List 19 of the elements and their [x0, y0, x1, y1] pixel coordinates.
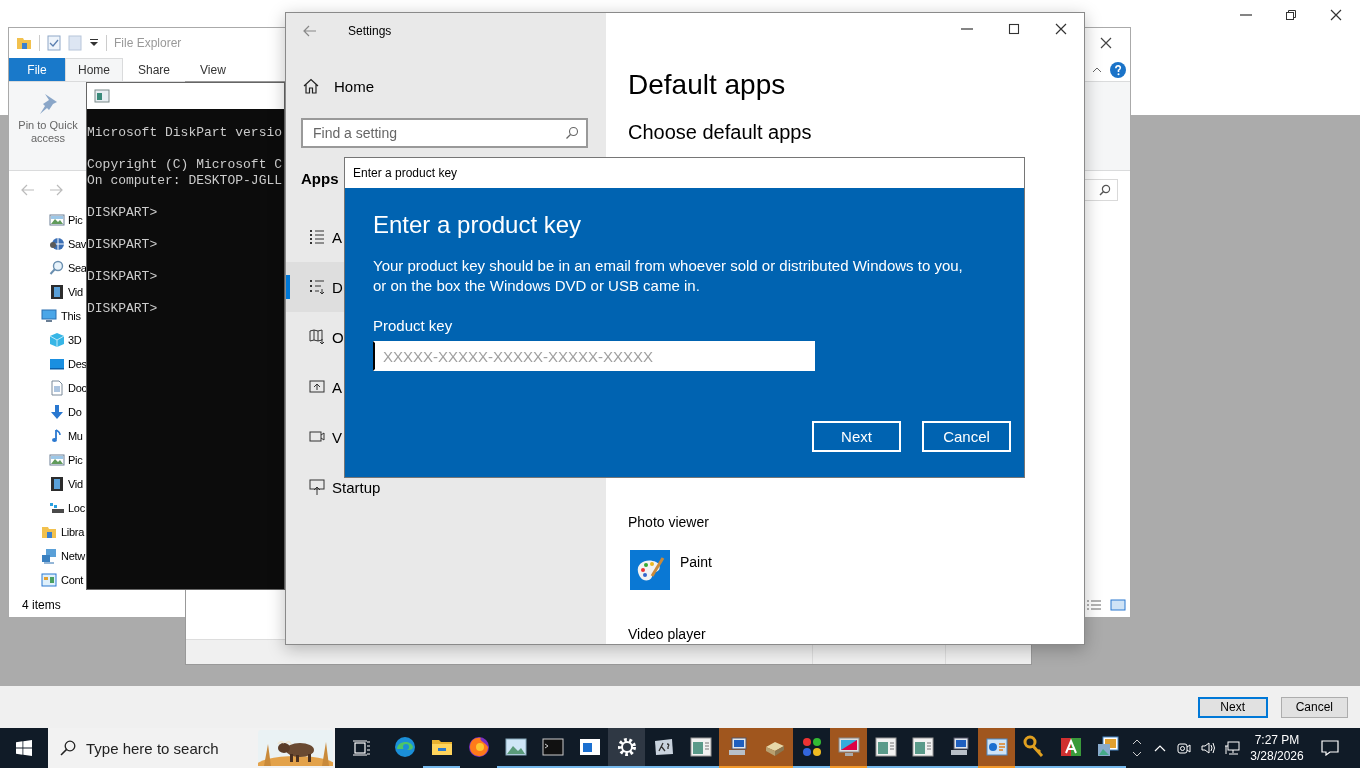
dialog-title: Enter a product key — [353, 166, 458, 180]
window-title: File Explorer — [114, 36, 182, 50]
dialog-message: Your product key should be in an email from whoever sold or distributed Windows to you, or on the box the Windows DVD or USB came in. — [373, 256, 964, 296]
console-line: On computer: DESKTOP-JGLL — [87, 173, 284, 189]
field-label: Product key — [373, 316, 454, 336]
category-label: Photo viewer — [628, 513, 710, 532]
section-heading: Apps — [301, 169, 339, 189]
console-line: DISKPART> — [87, 269, 159, 285]
console-line: Microsoft DiskPart versio — [87, 125, 284, 141]
status-text: 4 items — [22, 598, 61, 612]
window-title: Settings — [348, 24, 392, 38]
page-heading: Default apps — [628, 68, 787, 102]
section-heading: Choose default apps — [628, 120, 813, 145]
console-line: DISKPART> — [87, 237, 159, 253]
console-line: DISKPART> — [87, 301, 159, 317]
category-label: Video player — [628, 625, 707, 644]
console-line: DISKPART> — [87, 205, 159, 221]
dialog-heading: Enter a product key — [373, 210, 583, 240]
console-line: Copyright (C) Microsoft C — [87, 157, 284, 173]
